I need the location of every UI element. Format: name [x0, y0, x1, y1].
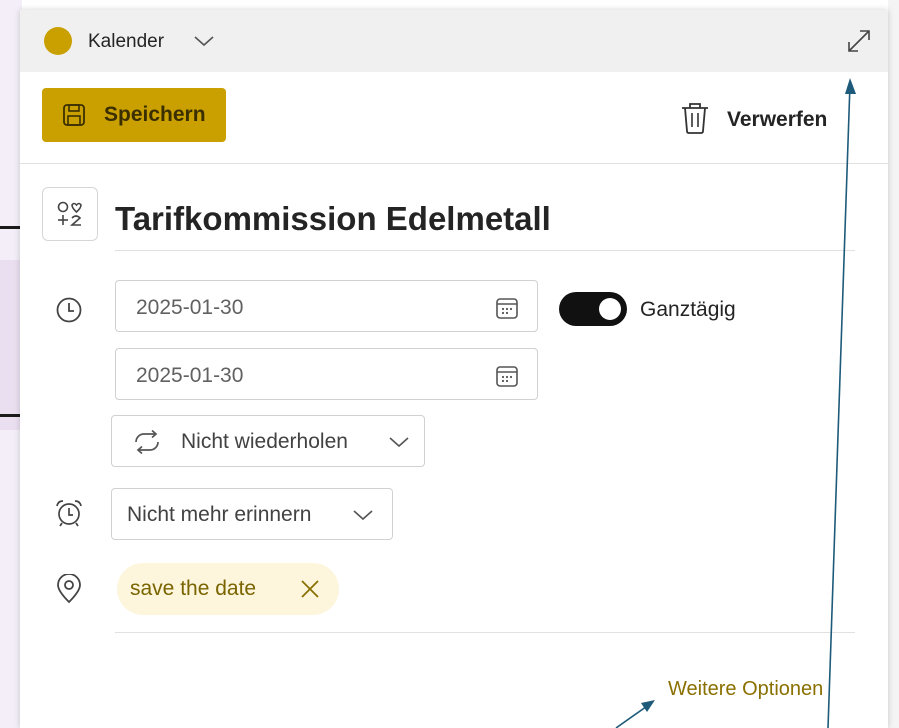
location-divider [115, 632, 855, 633]
save-icon [63, 104, 85, 126]
calendar-icon[interactable] [495, 296, 519, 320]
all-day-toggle[interactable] [559, 292, 627, 326]
calendar-icon[interactable] [495, 364, 519, 388]
save-button[interactable]: Speichern [42, 88, 226, 142]
calendar-color-dot [44, 27, 72, 55]
end-date-field[interactable]: 2025-01-30 [115, 348, 538, 400]
end-date-value: 2025-01-30 [136, 364, 244, 387]
close-icon[interactable] [300, 579, 320, 599]
location-chip-label: save the date [130, 577, 257, 600]
calendar-header: Kalender [20, 10, 888, 72]
expand-icon[interactable] [846, 28, 872, 54]
more-options-link[interactable]: Weitere Optionen [668, 678, 823, 701]
chevron-down-icon [389, 437, 409, 448]
repeat-dropdown[interactable]: Nicht wiederholen [111, 415, 425, 467]
discard-button-label: Verwerfen [727, 108, 828, 131]
clock-icon [56, 297, 82, 323]
background-divider [0, 226, 22, 229]
reminder-dropdown[interactable]: Nicht mehr erinnern [111, 488, 393, 540]
toggle-knob [599, 298, 621, 320]
reminder-value: Nicht mehr erinnern [127, 503, 312, 526]
location-icon [57, 574, 81, 604]
event-title[interactable]: Tarifkommission Edelmetall [115, 200, 551, 238]
chevron-down-icon[interactable] [193, 34, 215, 48]
all-day-label: Ganztägig [640, 298, 736, 321]
event-editor-panel: Kalender Speichern Verwerfen Tarifkommis… [20, 10, 888, 728]
background-calendar-right [888, 0, 899, 728]
repeat-value: Nicht wiederholen [181, 430, 348, 453]
save-button-label: Speichern [104, 103, 206, 126]
repeat-icon [135, 430, 159, 454]
title-underline [115, 250, 855, 251]
background-event-block [0, 260, 22, 430]
trash-icon [682, 103, 708, 134]
alarm-icon [56, 500, 82, 527]
calendar-selector[interactable]: Kalender [88, 31, 164, 53]
chevron-down-icon [353, 510, 373, 521]
category-icon [57, 201, 82, 226]
category-button[interactable] [42, 187, 98, 241]
background-divider [0, 414, 22, 417]
location-chip[interactable]: save the date [117, 563, 339, 615]
start-date-field[interactable]: 2025-01-30 [115, 280, 538, 332]
start-date-value: 2025-01-30 [136, 296, 244, 319]
toolbar-divider [20, 163, 888, 164]
